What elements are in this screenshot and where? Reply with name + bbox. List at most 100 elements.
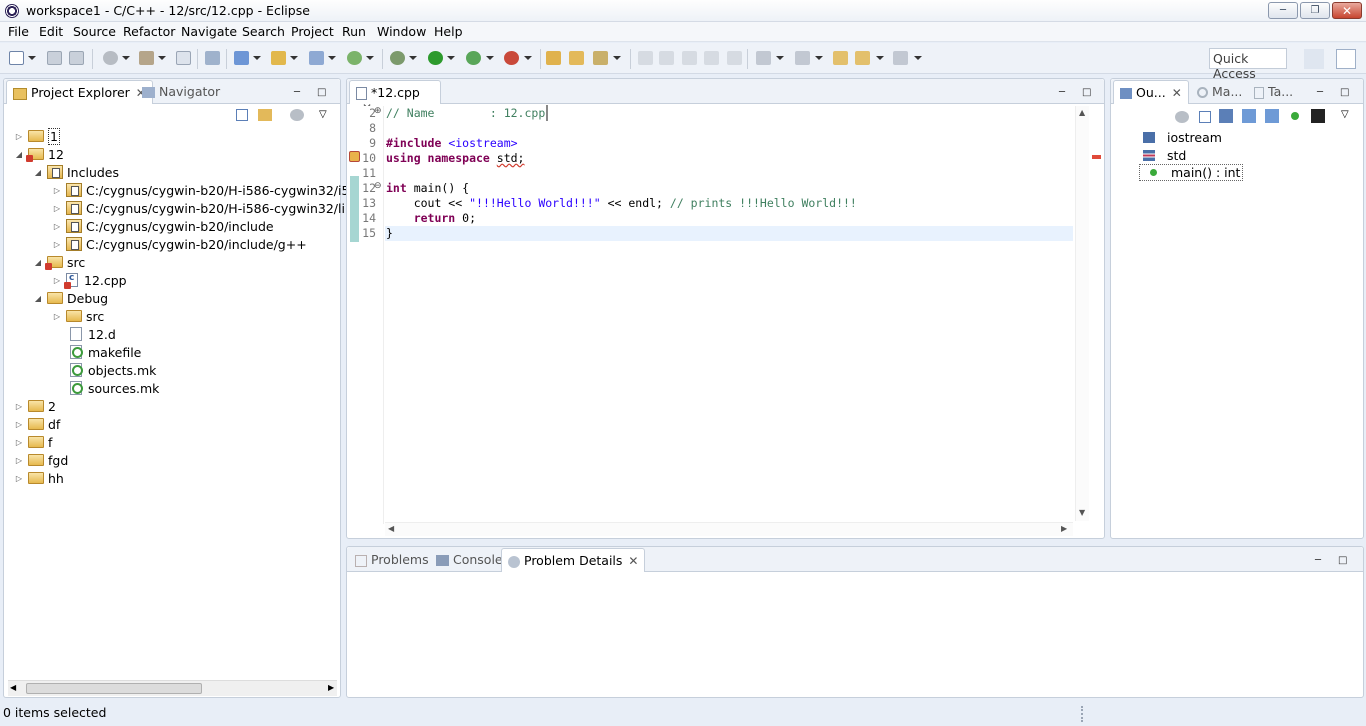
close-window-button[interactable]: ✕ [1332, 2, 1362, 19]
tree-item-project-1[interactable]: ▷ 1 [14, 127, 60, 145]
new-icon[interactable] [9, 51, 24, 65]
forward-icon[interactable] [893, 51, 908, 65]
scroll-left-icon[interactable]: ◀ [10, 683, 16, 692]
open-type-icon[interactable] [546, 51, 561, 65]
collapse-all-icon[interactable] [1199, 111, 1211, 123]
tree-item-project-fgd[interactable]: ▷ fgd [14, 451, 68, 469]
menu-window[interactable]: Window [377, 24, 426, 39]
tree-item-makefile[interactable]: makefile [62, 343, 141, 361]
tree-item-includes[interactable]: ◢ Includes [33, 163, 119, 181]
code-line[interactable]: #include <iostream> [386, 136, 518, 150]
tab-console[interactable]: Console [430, 548, 509, 572]
tree-item-project-12[interactable]: ◢ 12 [14, 145, 64, 163]
save-icon[interactable] [47, 51, 62, 65]
menu-source[interactable]: Source [73, 24, 116, 39]
settings-icon[interactable] [103, 51, 118, 65]
maximize-icon[interactable]: □ [1082, 87, 1091, 98]
minimize-icon[interactable]: ─ [1059, 87, 1065, 98]
horizontal-scrollbar[interactable]: ◀ ▶ [8, 680, 337, 696]
maximize-icon[interactable]: □ [1340, 87, 1349, 98]
tree-item-objects-mk[interactable]: objects.mk [62, 361, 156, 379]
tab-12cpp[interactable]: *12.cpp✕ [349, 80, 441, 115]
tab-problems[interactable]: Problems [349, 548, 435, 572]
outline-item-main[interactable]: main() : int [1139, 164, 1244, 181]
collapse-arrow-icon[interactable]: ◢ [14, 150, 24, 159]
view-menu-icon[interactable]: ▽ [1341, 109, 1349, 120]
expand-arrow-icon[interactable]: ▷ [52, 312, 62, 321]
next-annotation-icon[interactable] [659, 51, 674, 65]
code-line[interactable]: using namespace std; [386, 151, 524, 165]
tab-problem-details[interactable]: Problem Details ✕ [501, 548, 646, 572]
outline-item-iostream[interactable]: iostream [1143, 128, 1222, 146]
filter-icon[interactable] [290, 109, 304, 121]
menu-help[interactable]: Help [434, 24, 463, 39]
fold-collapse-icon[interactable]: ⊖ [374, 181, 382, 191]
expand-arrow-icon[interactable]: ▷ [52, 276, 62, 285]
close-icon[interactable]: ✕ [1172, 86, 1182, 100]
expand-arrow-icon[interactable]: ▷ [52, 204, 62, 213]
code-line[interactable]: return 0; [386, 211, 476, 225]
tree-item-12cpp[interactable]: ▷12.cpp [52, 271, 127, 289]
tree-item-debug-src[interactable]: ▷ src [52, 307, 104, 325]
scroll-right-icon[interactable]: ▶ [1061, 524, 1067, 533]
expand-arrow-icon[interactable]: ▷ [14, 402, 24, 411]
pin-icon[interactable] [205, 51, 220, 65]
maximize-icon[interactable]: □ [1338, 555, 1347, 566]
refresh-icon[interactable] [347, 51, 362, 65]
toggle-mark-icon[interactable] [638, 51, 653, 65]
binary-icon[interactable] [176, 51, 191, 65]
code-line[interactable]: } [386, 226, 393, 240]
code-line[interactable]: // Name : 12.cpp​ [386, 105, 549, 121]
new-class-icon[interactable] [309, 51, 324, 65]
expand-arrow-icon[interactable]: ▷ [14, 132, 24, 141]
tab-outline[interactable]: Ou... ✕ [1113, 80, 1189, 104]
tree-item-src[interactable]: ◢ src [33, 253, 85, 271]
open-perspective-icon[interactable] [1304, 49, 1324, 69]
code-line[interactable]: int main() { [386, 181, 469, 195]
hide-non-public-icon[interactable] [1291, 112, 1299, 120]
expand-arrow-icon[interactable]: ▷ [14, 438, 24, 447]
scroll-left-icon[interactable]: ◀ [388, 524, 394, 533]
expand-arrow-icon[interactable]: ▷ [14, 420, 24, 429]
open-element-icon[interactable] [569, 51, 584, 65]
error-overview-marker[interactable] [1092, 155, 1101, 159]
run-icon[interactable] [428, 51, 443, 65]
expand-arrow-icon[interactable]: ▷ [52, 186, 62, 195]
back-icon[interactable] [855, 51, 870, 65]
menu-search[interactable]: Search [242, 24, 285, 39]
minimize-window-button[interactable]: ─ [1268, 2, 1298, 19]
fold-expand-icon[interactable]: ⊕ [374, 106, 382, 116]
minimize-icon[interactable]: ─ [1315, 555, 1321, 566]
tree-item-include-path[interactable]: ▷ C:/cygnus/cygwin-b20/H-i586-cygwin32/li… [52, 199, 372, 217]
show-whitespace-icon[interactable] [727, 51, 742, 65]
new-folder-icon[interactable] [271, 51, 286, 65]
tree-item-include-path[interactable]: ▷ C:/cygnus/cygwin-b20/include/g++ [52, 235, 307, 253]
menu-navigate[interactable]: Navigate [181, 24, 237, 39]
cpp-perspective-icon[interactable] [1336, 49, 1356, 69]
tree-item-project-2[interactable]: ▷ 2 [14, 397, 56, 415]
block-select-icon[interactable] [704, 51, 719, 65]
expand-arrow-icon[interactable]: ▷ [14, 474, 24, 483]
tree-item-project-f[interactable]: ▷ f [14, 433, 52, 451]
scroll-right-icon[interactable]: ▶ [328, 683, 334, 692]
tree-item-12d[interactable]: 12.d [62, 325, 116, 343]
tab-project-explorer[interactable]: Project Explorer ✕ [6, 80, 153, 104]
build-icon[interactable] [139, 51, 154, 65]
tree-item-project-hh[interactable]: ▷ hh [14, 469, 64, 487]
tab-navigator[interactable]: Navigator [136, 80, 226, 104]
horizontal-scrollbar[interactable]: ◀ ▶ [385, 522, 1073, 536]
maximize-window-button[interactable]: ❐ [1300, 2, 1330, 19]
prev-edit-icon[interactable] [795, 51, 810, 65]
minimize-icon[interactable]: ─ [294, 87, 300, 98]
view-menu-icon[interactable]: ▽ [319, 109, 327, 120]
tab-make-targets[interactable]: Ma... [1191, 80, 1248, 104]
hide-fields-icon[interactable] [1242, 109, 1256, 123]
save-all-icon[interactable] [69, 51, 84, 65]
tree-item-project-df[interactable]: ▷ df [14, 415, 60, 433]
maximize-icon[interactable]: □ [317, 87, 326, 98]
collapse-arrow-icon[interactable]: ◢ [33, 294, 43, 303]
menu-file[interactable]: File [8, 24, 29, 39]
collapse-arrow-icon[interactable]: ◢ [33, 168, 43, 177]
code-line[interactable]: cout << "!!!Hello World!!!" << endl; // … [386, 196, 857, 210]
sort-icon[interactable] [1219, 109, 1233, 123]
